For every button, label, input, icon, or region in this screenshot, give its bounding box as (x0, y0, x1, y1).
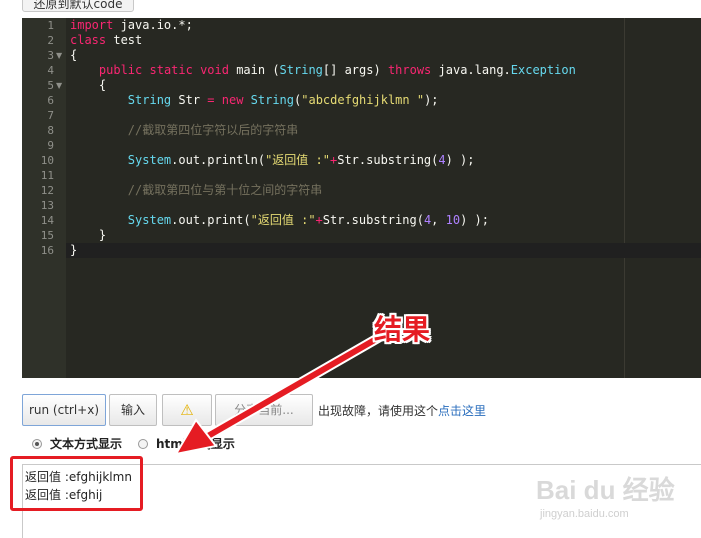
code-text[interactable]: //截取第四位与第十位之间的字符串 (70, 183, 322, 198)
radio-dot[interactable] (138, 439, 148, 449)
line-number: 13 (40, 199, 54, 212)
line-number: 7 (47, 109, 54, 122)
fault-notice-text: 出现故障，请使用这个 (318, 404, 439, 418)
line-number: 9 (47, 139, 54, 152)
line-number: 14 (40, 214, 54, 227)
warning-icon: ⚠ (180, 401, 194, 419)
warning-button[interactable]: ⚠ (162, 394, 212, 426)
radio-dot-selected[interactable] (32, 439, 42, 449)
code-text[interactable]: } (70, 243, 77, 258)
radio-html-mode[interactable]: html方式显示 (138, 435, 235, 452)
result-annotation-label: 结果 (374, 313, 431, 346)
code-line-3: 3 ▼ { (22, 48, 701, 63)
input-button[interactable]: 输入 (109, 394, 157, 426)
line-number: 10 (40, 154, 54, 167)
code-text[interactable]: String Str = new String("abcdefghijklmn … (70, 93, 439, 108)
line-number: 8 (47, 124, 54, 137)
code-text[interactable]: } (70, 228, 106, 243)
code-text[interactable]: { (70, 78, 106, 93)
code-line-7: 7 (22, 108, 701, 123)
line-number: 3 (47, 49, 54, 62)
line-number: 1 (47, 19, 54, 32)
line-number: 16 (40, 244, 54, 257)
code-line-12: 12 //截取第四位与第十位之间的字符串 (22, 183, 701, 198)
code-editor[interactable]: 1 import java.io.*; 2 class test 3 ▼ { 4… (22, 18, 701, 378)
code-line-2: 2 class test (22, 33, 701, 48)
line-number: 11 (40, 169, 54, 182)
code-text[interactable]: System.out.print("返回值 :"+Str.substring(4… (70, 213, 489, 228)
code-line-6: 6 String Str = new String("abcdefghijklm… (22, 93, 701, 108)
share-current-button[interactable]: 分享当前... (215, 394, 313, 426)
code-line-9: 9 (22, 138, 701, 153)
code-line-1: 1 import java.io.*; (22, 18, 701, 33)
line-number: 6 (47, 94, 54, 107)
code-line-13: 13 (22, 198, 701, 213)
code-line-8: 8 //截取第四位字符以后的字符串 (22, 123, 701, 138)
code-text[interactable]: { (70, 48, 77, 63)
code-line-16: 16 } (22, 243, 701, 258)
fold-arrow-icon[interactable]: ▼ (56, 48, 62, 63)
fold-arrow-icon[interactable]: ▼ (56, 78, 62, 93)
baidu-watermark: Bai du 经验 (536, 475, 675, 505)
radio-text-mode[interactable]: 文本方式显示 (32, 435, 122, 452)
code-line-15: 15 } (22, 228, 701, 243)
line-number: 2 (47, 34, 54, 47)
code-line-14: 14 System.out.print("返回值 :"+Str.substrin… (22, 213, 701, 228)
code-text[interactable]: //截取第四位字符以后的字符串 (70, 123, 298, 138)
line-number: 4 (47, 64, 54, 77)
click-here-link[interactable]: 点击这里 (438, 404, 486, 418)
code-line-4: 4 public static void main (String[] args… (22, 63, 701, 78)
line-number: 15 (40, 229, 54, 242)
line-number: 12 (40, 184, 54, 197)
radio-text-label: 文本方式显示 (50, 437, 123, 451)
code-text[interactable]: System.out.println("返回值 :"+Str.substring… (70, 153, 475, 168)
baidu-watermark-url: jingyan.baidu.com (540, 508, 629, 520)
code-line-10: 10 System.out.println("返回值 :"+Str.substr… (22, 153, 701, 168)
code-line-11: 11 (22, 168, 701, 183)
code-text[interactable]: import java.io.*; (70, 18, 193, 33)
code-text[interactable]: class test (70, 33, 142, 48)
result-highlight-box (10, 456, 143, 511)
run-button[interactable]: run (ctrl+x) (22, 394, 106, 426)
line-number: 5 (47, 79, 54, 92)
radio-html-label: html方式显示 (156, 437, 235, 451)
fault-notice: 出现故障，请使用这个点击这里 (318, 402, 486, 419)
code-text[interactable]: public static void main (String[] args) … (70, 63, 576, 78)
restore-default-code-button[interactable]: 还原到默认code (22, 0, 134, 12)
code-line-5: 5 ▼ { (22, 78, 701, 93)
